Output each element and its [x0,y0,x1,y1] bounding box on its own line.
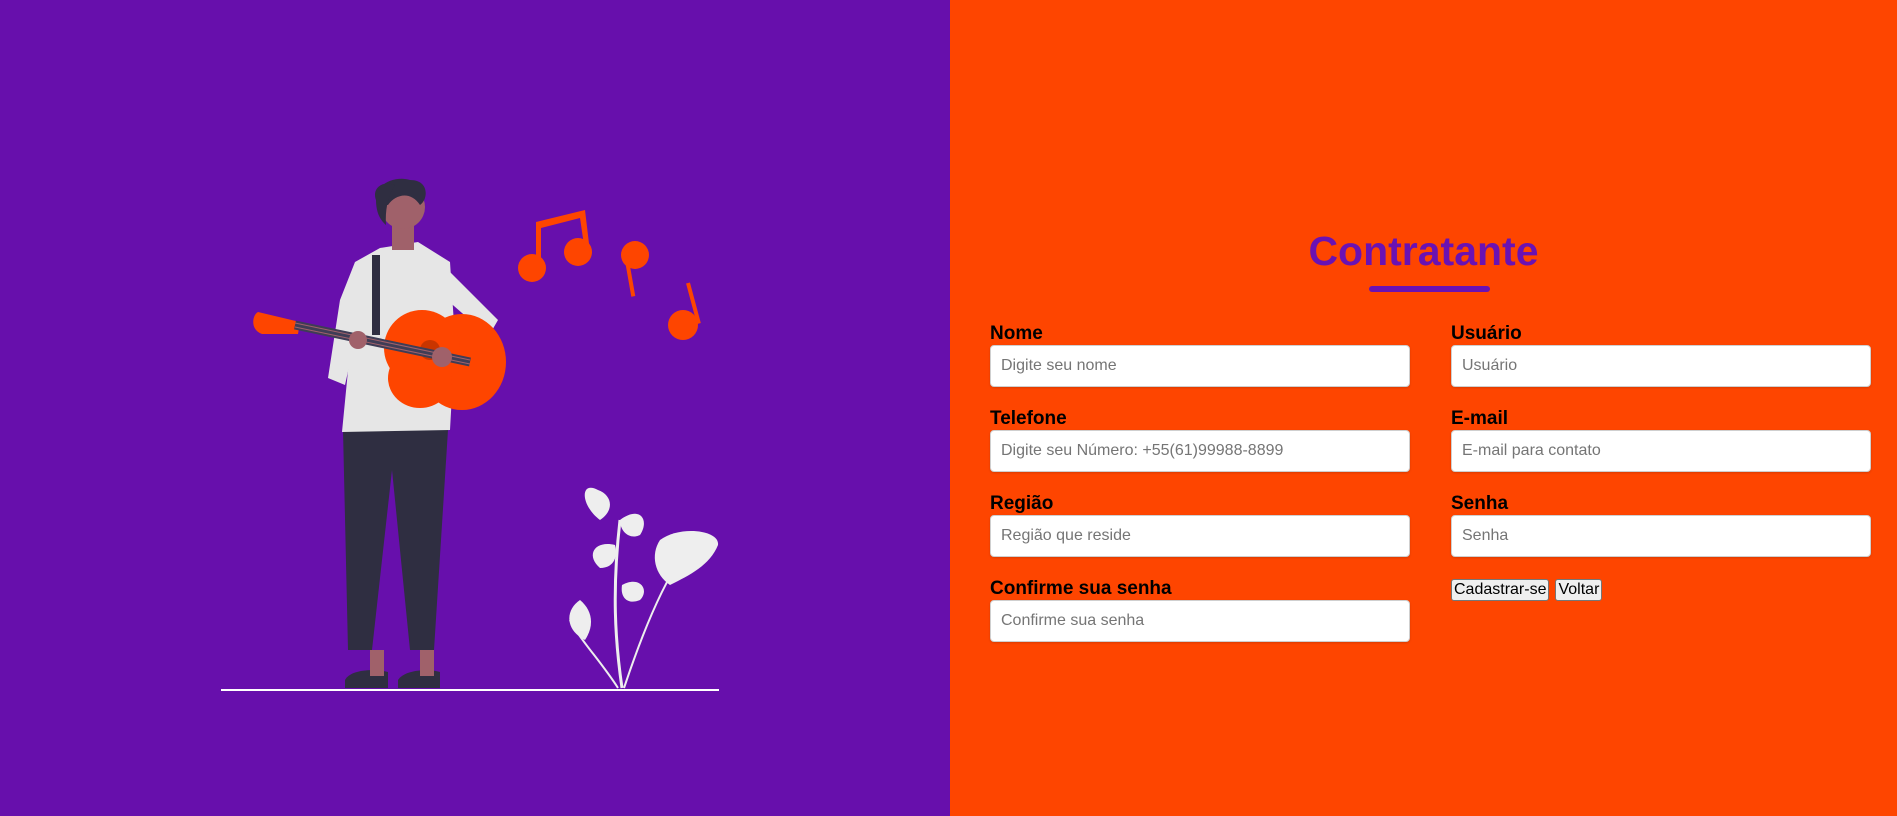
music-notes-icon [518,210,701,340]
back-button[interactable]: Voltar [1555,579,1603,601]
email-input[interactable] [1451,430,1871,472]
plant-icon [569,487,719,689]
name-input[interactable] [990,345,1410,387]
title-underline [1369,286,1490,292]
password-input[interactable] [1451,515,1871,557]
form-actions: Cadastrar-se Voltar [1451,579,1603,601]
email-label: E-mail [1451,408,1509,429]
register-button[interactable]: Cadastrar-se [1451,579,1550,601]
form-panel: Contratante Nome Usuário Telefone E-mail… [950,0,1897,816]
illustration-panel [0,0,950,816]
phone-input[interactable] [990,430,1410,472]
confirm-password-label: Confirme sua senha [990,578,1172,599]
name-label: Nome [990,323,1043,344]
username-field-group: Usuário [1451,322,1871,387]
username-label: Usuário [1451,323,1522,344]
name-field-group: Nome [990,322,1410,387]
confirm-password-field-group: Confirme sua senha [990,577,1410,642]
guitarist-illustration [221,178,719,691]
region-field-group: Região [990,492,1410,557]
phone-field-group: Telefone [990,407,1410,472]
confirm-password-input[interactable] [990,600,1410,642]
person-figure [253,178,506,688]
email-field-group: E-mail [1451,407,1871,472]
password-field-group: Senha [1451,492,1871,557]
phone-label: Telefone [990,408,1067,429]
region-label: Região [990,493,1054,514]
password-label: Senha [1451,493,1509,514]
region-input[interactable] [990,515,1410,557]
page-title: Contratante [1308,228,1539,274]
username-input[interactable] [1451,345,1871,387]
